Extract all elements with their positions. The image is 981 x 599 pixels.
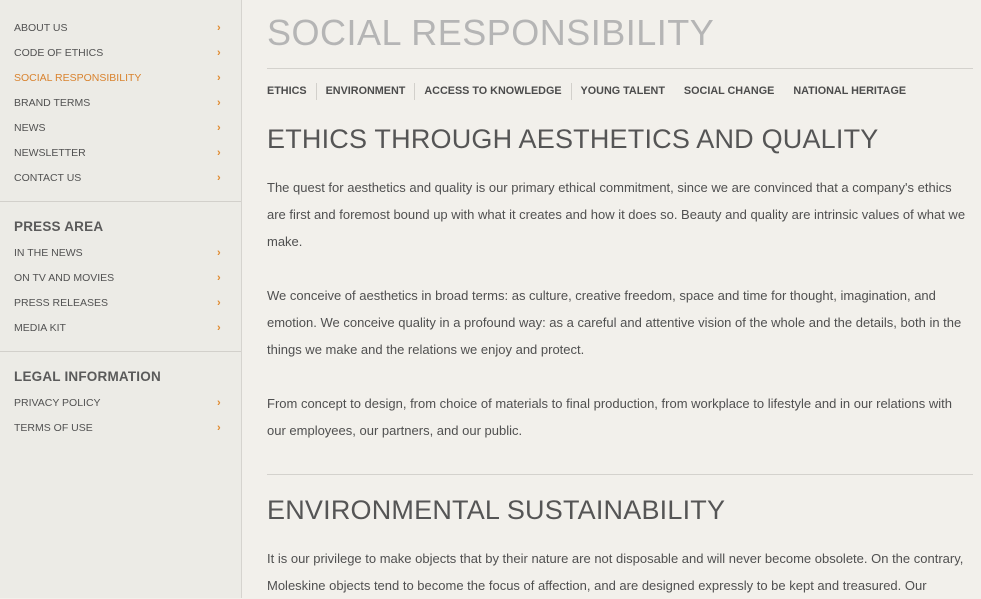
chevron-right-icon: ›	[217, 22, 221, 34]
legal-information-heading: LEGAL INFORMATION	[14, 369, 161, 384]
sidebar: ABOUT US › CODE OF ETHICS › SOCIAL RESPO…	[0, 0, 242, 598]
sidebar-item-label: CONTACT US	[14, 172, 82, 184]
tab-young-talent[interactable]: YOUNG TALENT	[581, 85, 665, 97]
sidebar-item-label: CODE OF ETHICS	[14, 47, 104, 59]
sidebar-item-label: PRESS RELEASES	[14, 297, 108, 309]
tab-separator	[315, 82, 317, 100]
press-area-heading: PRESS AREA	[14, 219, 104, 234]
chevron-right-icon: ›	[217, 72, 221, 84]
chevron-right-icon: ›	[217, 47, 221, 59]
chevron-right-icon: ›	[217, 122, 221, 134]
chevron-right-icon: ›	[217, 297, 221, 309]
section-title-ethics: ETHICS THROUGH AESTHETICS AND QUALITY	[267, 124, 879, 154]
tab-national-heritage[interactable]: NATIONAL HERITAGE	[793, 85, 906, 97]
sidebar-divider	[0, 201, 241, 202]
chevron-right-icon: ›	[217, 247, 221, 259]
chevron-right-icon: ›	[217, 97, 221, 109]
chevron-right-icon: ›	[217, 422, 221, 434]
sidebar-item-newsletter[interactable]: NEWSLETTER ›	[0, 141, 241, 166]
sidebar-item-brand-terms[interactable]: BRAND TERMS ›	[0, 91, 241, 116]
sidebar-item-press-releases[interactable]: PRESS RELEASES ›	[0, 291, 241, 316]
chevron-right-icon: ›	[217, 172, 221, 184]
sidebar-item-label: ABOUT US	[14, 22, 68, 34]
main-content: SOCIAL RESPONSIBILITY ETHICS ENVIRONMENT…	[267, 0, 973, 598]
sidebar-divider	[0, 351, 241, 352]
page-title: SOCIAL RESPONSIBILITY	[267, 12, 715, 53]
tab-social-change[interactable]: SOCIAL CHANGE	[684, 85, 774, 97]
tab-separator	[570, 82, 572, 100]
sidebar-item-label: NEWS	[14, 122, 46, 134]
sidebar-main-nav: ABOUT US › CODE OF ETHICS › SOCIAL RESPO…	[0, 16, 241, 191]
sidebar-item-terms-of-use[interactable]: TERMS OF USE ›	[0, 416, 241, 441]
sidebar-legal-nav: PRIVACY POLICY › TERMS OF USE ›	[0, 391, 241, 441]
chevron-right-icon: ›	[217, 397, 221, 409]
chevron-right-icon: ›	[217, 272, 221, 284]
section-tabs: ETHICS ENVIRONMENT ACCESS TO KNOWLEDGE Y…	[267, 82, 906, 100]
sidebar-item-label: PRIVACY POLICY	[14, 397, 101, 409]
sidebar-item-media-kit[interactable]: MEDIA KIT ›	[0, 316, 241, 341]
sidebar-item-label: TERMS OF USE	[14, 422, 93, 434]
sidebar-item-label: SOCIAL RESPONSIBILITY	[14, 72, 142, 84]
sidebar-item-code-of-ethics[interactable]: CODE OF ETHICS ›	[0, 41, 241, 66]
sidebar-item-social-responsibility[interactable]: SOCIAL RESPONSIBILITY ›	[0, 66, 241, 91]
sidebar-item-about-us[interactable]: ABOUT US ›	[0, 16, 241, 41]
sidebar-item-label: BRAND TERMS	[14, 97, 91, 109]
sidebar-item-label: MEDIA KIT	[14, 322, 66, 334]
sidebar-item-news[interactable]: NEWS ›	[0, 116, 241, 141]
tab-separator	[414, 82, 416, 100]
sidebar-item-on-tv-and-movies[interactable]: ON TV AND MOVIES ›	[0, 266, 241, 291]
sidebar-item-privacy-policy[interactable]: PRIVACY POLICY ›	[0, 391, 241, 416]
ethics-paragraph: The quest for aesthetics and quality is …	[267, 180, 966, 249]
ethics-paragraph: From concept to design, from choice of m…	[267, 396, 952, 438]
section-title-environmental-sustainability: ENVIRONMENTAL SUSTAINABILITY	[267, 495, 726, 525]
sidebar-item-label: ON TV AND MOVIES	[14, 272, 115, 284]
sidebar-item-label: NEWSLETTER	[14, 147, 86, 159]
sidebar-item-label: IN THE NEWS	[14, 247, 83, 259]
sidebar-item-contact-us[interactable]: CONTACT US ›	[0, 166, 241, 191]
tab-access-to-knowledge[interactable]: ACCESS TO KNOWLEDGE	[424, 85, 561, 97]
sidebar-press-nav: IN THE NEWS › ON TV AND MOVIES › PRESS R…	[0, 241, 241, 341]
chevron-right-icon: ›	[217, 322, 221, 334]
title-divider	[267, 68, 973, 69]
ethics-paragraph: We conceive of aesthetics in broad terms…	[267, 288, 962, 357]
chevron-right-icon: ›	[217, 147, 221, 159]
environment-paragraph: It is our privilege to make objects that…	[267, 551, 964, 593]
tab-environment[interactable]: ENVIRONMENT	[326, 85, 406, 97]
section-divider	[267, 474, 973, 475]
sidebar-item-in-the-news[interactable]: IN THE NEWS ›	[0, 241, 241, 266]
tab-ethics[interactable]: ETHICS	[267, 85, 307, 97]
